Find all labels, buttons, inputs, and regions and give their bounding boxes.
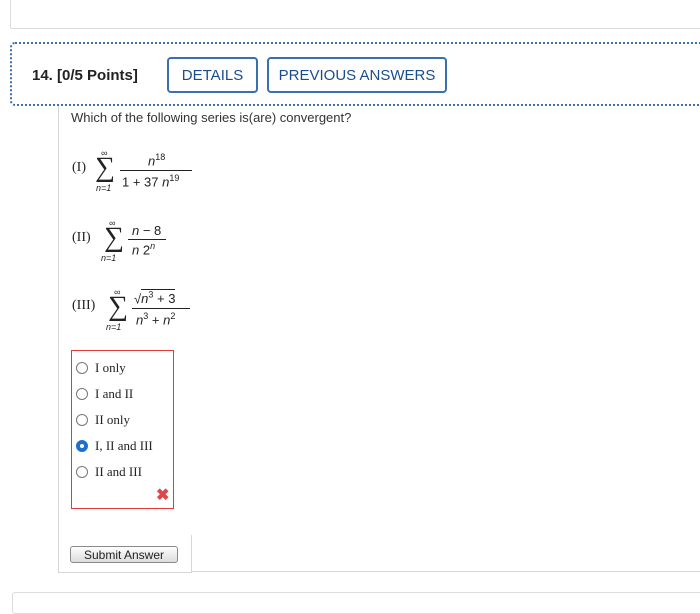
series-1-label: (I) [72, 160, 86, 175]
series-1-numerator: n18 [148, 152, 166, 169]
sigma-icon: ∑ [108, 291, 128, 322]
series-1-denominator: 1 + 37 n19 [122, 173, 180, 190]
question-number: 14. [32, 67, 53, 84]
series-2-label: (II) [72, 230, 91, 245]
fraction-bar [132, 308, 190, 309]
radio-selected-icon[interactable] [76, 440, 88, 452]
question-number-points: 14. [0/5 Points] [32, 67, 138, 84]
choice-ii-only[interactable]: II only [76, 410, 130, 430]
choice-label: I only [95, 360, 126, 375]
choice-label: II only [95, 412, 131, 427]
next-question-card [12, 592, 700, 614]
choice-label: I, II and III [95, 438, 153, 453]
fraction-bar [128, 239, 166, 240]
question-prompt: Which of the following series is(are) co… [71, 110, 352, 125]
radio-icon[interactable] [76, 466, 88, 478]
series-3-label: (III) [72, 298, 96, 313]
series-1-lower-limit: n=1 [96, 183, 112, 193]
choice-label: I and II [95, 386, 134, 401]
series-3-numerator: √n3 + 3 [134, 289, 176, 307]
series-2-numerator: n − 8 [132, 223, 162, 238]
series-3-denominator: n3 + n2 [136, 311, 176, 328]
sigma-icon: ∑ [95, 152, 115, 183]
radio-icon[interactable] [76, 362, 88, 374]
previous-answers-button[interactable]: PREVIOUS ANSWERS [267, 57, 447, 93]
details-button[interactable]: DETAILS [167, 57, 258, 93]
sigma-icon: ∑ [104, 222, 124, 253]
choice-ii-and-iii[interactable]: II and III [76, 462, 142, 482]
choice-i-and-ii[interactable]: I and II [76, 384, 133, 404]
choice-i-ii-and-iii[interactable]: I, II and III [76, 436, 153, 456]
x-mark-icon: ✖ [156, 487, 170, 504]
submit-answer-button[interactable]: Submit Answer [70, 546, 178, 563]
choice-label: II and III [95, 464, 142, 479]
fraction-bar [120, 170, 192, 171]
series-2-lower-limit: n=1 [101, 253, 117, 263]
previous-question-card [10, 0, 700, 29]
question-header: 14. [0/5 Points] DETAILS PREVIOUS ANSWER… [10, 42, 700, 106]
choice-i-only[interactable]: I only [76, 358, 126, 378]
series-3-lower-limit: n=1 [106, 322, 122, 332]
answer-choices: I only I and II II only I, II and III II… [71, 350, 174, 509]
radio-icon[interactable] [76, 414, 88, 426]
series-2-denominator: n 2n [132, 241, 156, 258]
radio-icon[interactable] [76, 388, 88, 400]
question-points: [0/5 Points] [57, 67, 138, 84]
